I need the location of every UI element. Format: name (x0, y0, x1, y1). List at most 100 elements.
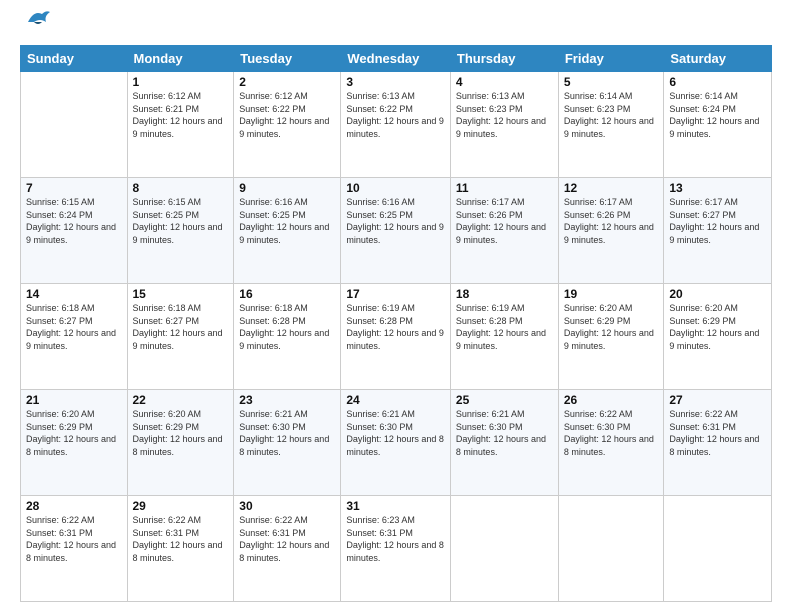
day-info: Sunrise: 6:18 AMSunset: 6:28 PMDaylight:… (239, 302, 335, 352)
sunset-label: Sunset: 6:27 PM (133, 316, 200, 326)
day-info: Sunrise: 6:21 AMSunset: 6:30 PMDaylight:… (456, 408, 553, 458)
sunrise-label: Sunrise: 6:19 AM (456, 303, 525, 313)
week-row-5: 28 Sunrise: 6:22 AM Sunset: 6:31 PM Dayligh… (21, 496, 772, 602)
sunrise-label: Sunrise: 6:13 AM (346, 91, 415, 101)
day-number: 24 (346, 393, 445, 407)
day-cell: 23Sunrise: 6:21 AMSunset: 6:30 PMDayligh… (234, 390, 341, 496)
day-number: 19 (564, 287, 659, 301)
sunset-label: Sunset: 6:25 PM (239, 210, 306, 220)
week-row-2: 7Sunrise: 6:15 AMSunset: 6:24 PMDaylight… (21, 178, 772, 284)
sunrise-label: Sunrise: 6:17 AM (564, 197, 633, 207)
day-cell: 31Sunrise: 6:23 AMSunset: 6:31 PMDayligh… (341, 496, 451, 602)
sunrise-label: Sunrise: 6:22 AM (669, 409, 738, 419)
day-number: 31 (346, 499, 445, 513)
week-row-4: 21Sunrise: 6:20 AMSunset: 6:29 PMDayligh… (21, 390, 772, 496)
day-info: Sunrise: 6:22 AM Sunset: 6:30 PM Daylight:… (564, 408, 659, 458)
sunset-label: Sunset: 6:31 PM (239, 528, 306, 538)
daylight-label: Daylight: 12 hours and 9 minutes. (456, 116, 546, 139)
day-number: 23 (239, 393, 335, 407)
weekday-header-sunday: Sunday (21, 46, 128, 72)
day-cell: 14Sunrise: 6:18 AMSunset: 6:27 PMDayligh… (21, 284, 128, 390)
day-cell (558, 496, 664, 602)
sunset-label: Sunset: 6:30 PM (346, 422, 413, 432)
daylight-label: Daylight: 12 hours and 9 minutes. (133, 222, 223, 245)
day-cell: 29Sunrise: 6:22 AMSunset: 6:31 PMDayligh… (127, 496, 234, 602)
day-info: Sunrise: 6:14 AMSunset: 6:24 PMDaylight:… (669, 90, 766, 140)
daylight-label: Daylight: 12 hours and 9 minutes. (456, 328, 546, 351)
sunset-label: Sunset: 6:31 PM (669, 422, 736, 432)
sunrise-label: Sunrise: 6:18 AM (26, 303, 95, 313)
daylight-label: Daylight: 12 hours and 9 minutes. (669, 328, 759, 351)
day-info: Sunrise: 6:18 AMSunset: 6:27 PMDaylight:… (26, 302, 122, 352)
sunrise-label: Sunrise: 6:14 AM (564, 91, 633, 101)
sunrise-label: Sunrise: 6:22 AM (564, 409, 633, 419)
day-info: Sunrise: 6:15 AMSunset: 6:25 PMDaylight:… (133, 196, 229, 246)
sunrise-label: Sunrise: 6:22 AM (26, 515, 95, 525)
day-cell: 27Sunrise: 6:22 AMSunset: 6:31 PMDayligh… (664, 390, 772, 496)
daylight-label: Daylight: 12 hours and 9 minutes. (239, 328, 329, 351)
day-cell: 20Sunrise: 6:20 AMSunset: 6:29 PMDayligh… (664, 284, 772, 390)
day-cell: 25Sunrise: 6:21 AMSunset: 6:30 PMDayligh… (450, 390, 558, 496)
sunrise-label: Sunrise: 6:21 AM (346, 409, 415, 419)
day-number: 6 (669, 75, 766, 89)
sunrise-label: Sunrise: 6:21 AM (239, 409, 308, 419)
week-row-1: 1Sunrise: 6:12 AMSunset: 6:21 PMDaylight… (21, 72, 772, 178)
weekday-header-thursday: Thursday (450, 46, 558, 72)
daylight-label: Daylight: 12 hours and 9 minutes. (346, 116, 444, 139)
weekday-header-tuesday: Tuesday (234, 46, 341, 72)
sunrise-label: Sunrise: 6:13 AM (456, 91, 525, 101)
sunset-label: Sunset: 6:30 PM (564, 422, 631, 432)
day-info: Sunrise: 6:20 AMSunset: 6:29 PMDaylight:… (26, 408, 122, 458)
sunrise-label: Sunrise: 6:20 AM (669, 303, 738, 313)
daylight-label: Daylight: 12 hours and 8 minutes. (346, 434, 444, 457)
day-cell: 15 Sunrise: 6:18 AM Sunset: 6:27 PM Dayligh… (127, 284, 234, 390)
sunrise-label: Sunrise: 6:15 AM (26, 197, 95, 207)
daylight-label: Daylight: 12 hours and 9 minutes. (133, 116, 223, 139)
sunset-label: Sunset: 6:29 PM (669, 316, 736, 326)
day-info: Sunrise: 6:22 AM Sunset: 6:31 PM Daylight:… (239, 514, 335, 564)
sunset-label: Sunset: 6:31 PM (133, 528, 200, 538)
sunrise-label: Sunrise: 6:20 AM (26, 409, 95, 419)
sunrise-label: Sunrise: 6:12 AM (239, 91, 308, 101)
day-number: 16 (239, 287, 335, 301)
calendar-table: SundayMondayTuesdayWednesdayThursdayFrid… (20, 45, 772, 602)
day-info: Sunrise: 6:20 AMSunset: 6:29 PMDaylight:… (564, 302, 659, 352)
weekday-header-monday: Monday (127, 46, 234, 72)
sunrise-label: Sunrise: 6:22 AM (239, 515, 308, 525)
sunset-label: Sunset: 6:28 PM (346, 316, 413, 326)
daylight-label: Daylight: 12 hours and 9 minutes. (456, 222, 546, 245)
day-number: 15 (133, 287, 229, 301)
sunset-label: Sunset: 6:31 PM (346, 528, 413, 538)
sunrise-label: Sunrise: 6:15 AM (133, 197, 202, 207)
day-cell (21, 72, 128, 178)
daylight-label: Daylight: 12 hours and 9 minutes. (346, 222, 444, 245)
daylight-label: Daylight: 12 hours and 8 minutes. (564, 434, 654, 457)
sunset-label: Sunset: 6:30 PM (456, 422, 523, 432)
daylight-label: Daylight: 12 hours and 8 minutes. (133, 540, 223, 563)
sunrise-label: Sunrise: 6:20 AM (133, 409, 202, 419)
sunset-label: Sunset: 6:24 PM (669, 104, 736, 114)
sunrise-label: Sunrise: 6:20 AM (564, 303, 633, 313)
day-cell: 19Sunrise: 6:20 AMSunset: 6:29 PMDayligh… (558, 284, 664, 390)
daylight-label: Daylight: 12 hours and 9 minutes. (669, 116, 759, 139)
day-number: 26 (564, 393, 659, 407)
day-number: 2 (239, 75, 335, 89)
day-cell: 6Sunrise: 6:14 AMSunset: 6:24 PMDaylight… (664, 72, 772, 178)
day-info: Sunrise: 6:23 AMSunset: 6:31 PMDaylight:… (346, 514, 445, 564)
day-number: 12 (564, 181, 659, 195)
day-cell: 8Sunrise: 6:15 AMSunset: 6:25 PMDaylight… (127, 178, 234, 284)
sunrise-label: Sunrise: 6:18 AM (133, 303, 202, 313)
day-cell: 9Sunrise: 6:16 AMSunset: 6:25 PMDaylight… (234, 178, 341, 284)
weekday-header-saturday: Saturday (664, 46, 772, 72)
sunset-label: Sunset: 6:26 PM (564, 210, 631, 220)
daylight-label: Daylight: 12 hours and 8 minutes. (239, 540, 329, 563)
daylight-label: Daylight: 12 hours and 9 minutes. (133, 328, 223, 351)
day-info: Sunrise: 6:13 AMSunset: 6:22 PMDaylight:… (346, 90, 445, 140)
day-number: 11 (456, 181, 553, 195)
day-number: 28 (26, 499, 122, 513)
day-cell: 7Sunrise: 6:15 AMSunset: 6:24 PMDaylight… (21, 178, 128, 284)
day-number: 25 (456, 393, 553, 407)
sunset-label: Sunset: 6:24 PM (26, 210, 93, 220)
day-number: 29 (133, 499, 229, 513)
day-number: 13 (669, 181, 766, 195)
